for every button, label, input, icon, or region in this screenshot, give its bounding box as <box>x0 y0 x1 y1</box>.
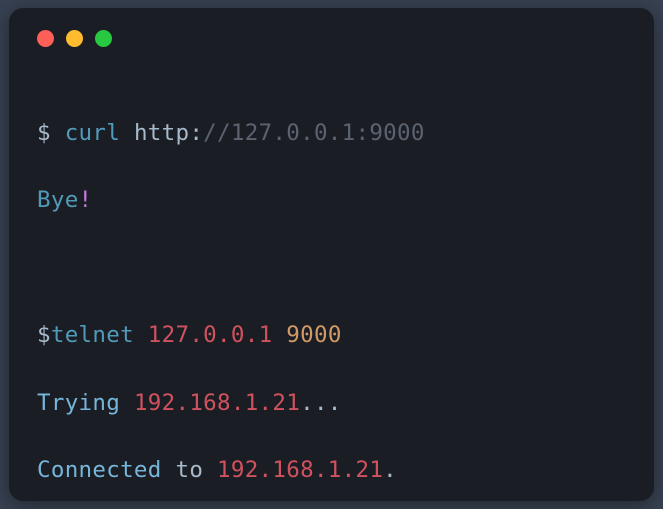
maximize-icon[interactable] <box>95 30 112 47</box>
output-to: to <box>175 457 217 483</box>
terminal-line: Bye! <box>37 184 626 218</box>
prompt: $ <box>37 120 65 146</box>
minimize-icon[interactable] <box>66 30 83 47</box>
window-controls <box>37 30 626 47</box>
terminal-window: $ curl http://127.0.0.1:9000 Bye! $telne… <box>9 8 654 501</box>
close-icon[interactable] <box>37 30 54 47</box>
dot: . <box>383 457 397 483</box>
command-telnet: telnet <box>51 322 148 348</box>
terminal-content: $ curl http://127.0.0.1:9000 Bye! $telne… <box>37 83 626 501</box>
output-excl: ! <box>79 187 93 213</box>
command-curl: curl <box>65 120 134 146</box>
dots: ... <box>300 390 342 416</box>
url-scheme: http: <box>134 120 203 146</box>
terminal-line: Trying 192.168.1.21... <box>37 387 626 421</box>
terminal-line: $ curl http://127.0.0.1:9000 <box>37 117 626 151</box>
terminal-line: $telnet 127.0.0.1 9000 <box>37 319 626 353</box>
output-bye: Bye <box>37 187 79 213</box>
terminal-line: Connected to 192.168.1.21. <box>37 454 626 488</box>
ip-address: 192.168.1.21 <box>217 457 383 483</box>
blank-line <box>37 252 626 286</box>
ip-address: 192.168.1.21 <box>134 390 300 416</box>
space <box>272 322 286 348</box>
url-rest: //127.0.0.1:9000 <box>203 120 425 146</box>
output-connected: Connected <box>37 457 175 483</box>
prompt: $ <box>37 322 51 348</box>
port-number: 9000 <box>286 322 341 348</box>
output-trying: Trying <box>37 390 134 416</box>
ip-address: 127.0.0.1 <box>148 322 273 348</box>
